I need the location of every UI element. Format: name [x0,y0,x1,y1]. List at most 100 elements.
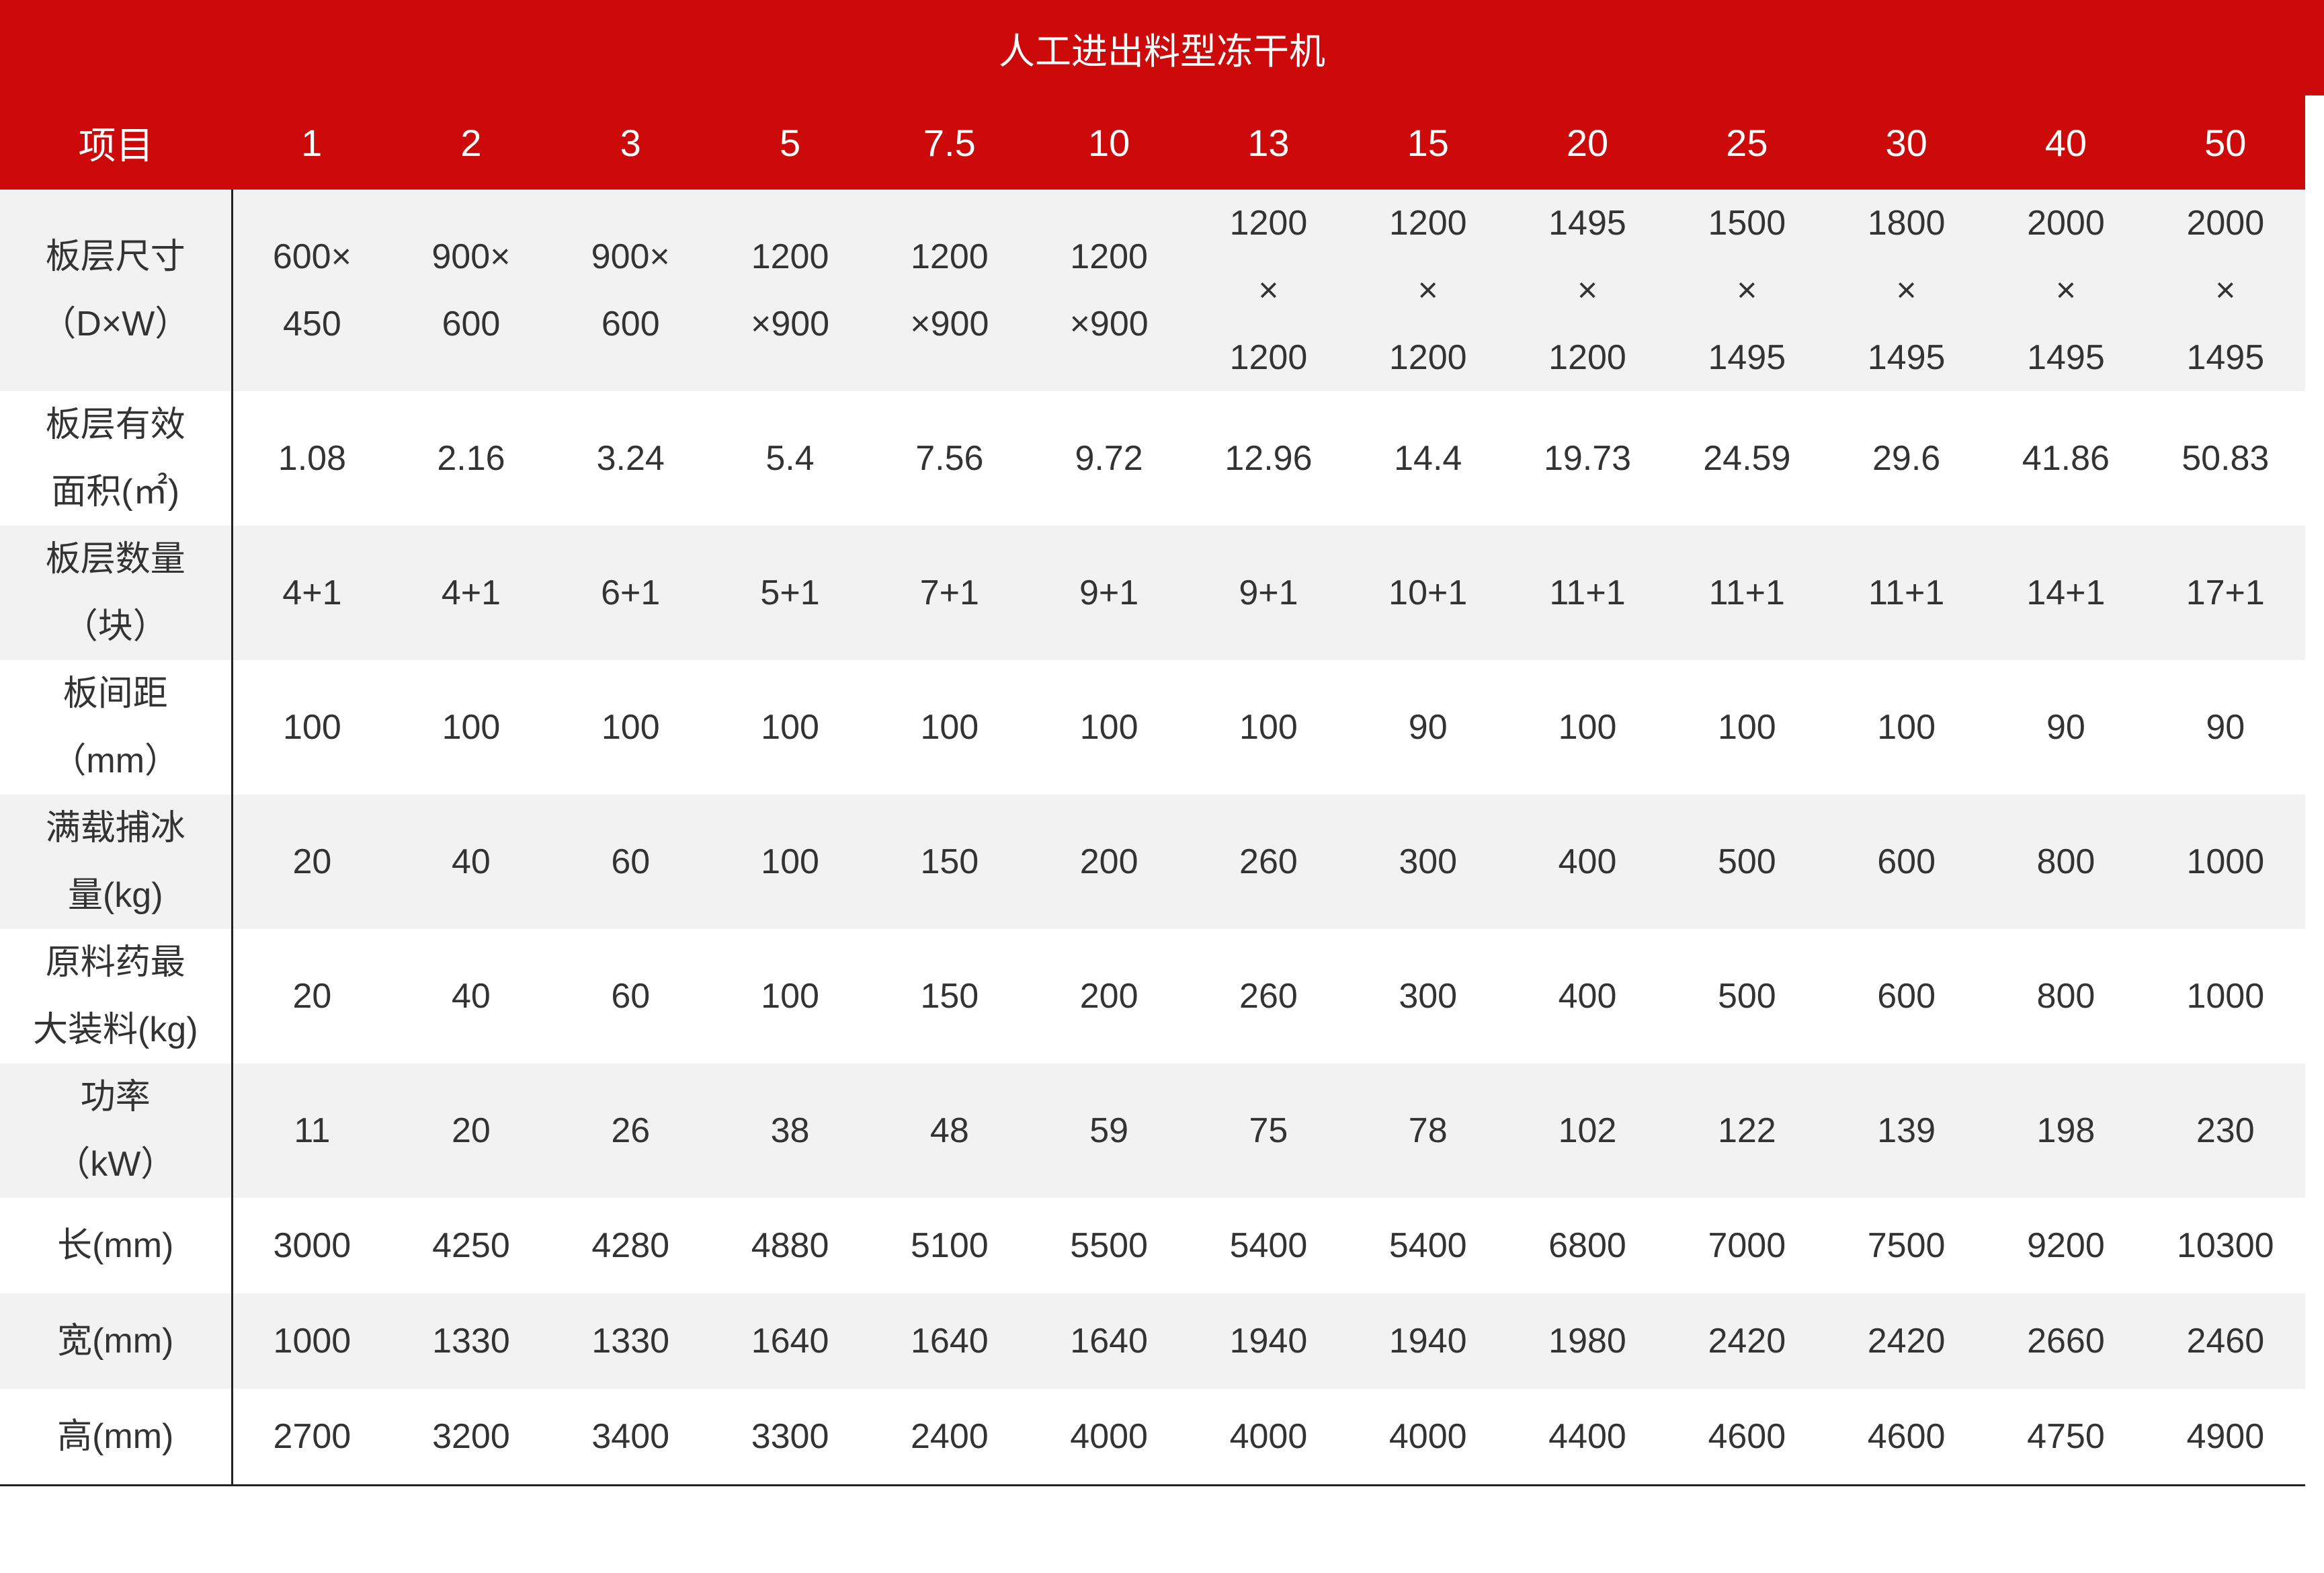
table-cell: 5500 [1070,1226,1148,1265]
table-cell: 29.6 [1872,439,1941,478]
table-cell: 1980 [1507,1293,1667,1389]
table-cell: 90 [1408,708,1448,747]
table-cell: 100 [710,795,870,929]
table-cell: 2000 × 1495 [1986,190,2146,391]
table-row: 板层有效 面积(㎡) 1.08 2.16 3.24 5.4 7.56 9.72 12.96 14… [0,391,2305,526]
table-cell: 11+1 [1826,526,1987,660]
table-row: 高(mm) 2700 3200 3400 3300 2400 4000 4000 4000 440… [0,1389,2305,1486]
table-cell: 1640 [710,1293,870,1389]
table-cell: 600 [1877,977,1936,1016]
table-row: 板层尺寸 （D×W） 600× 450 900× 600 900× 600 1200 ×… [0,190,2305,391]
table-cell: 100 [920,708,979,747]
header-model: 30 [1826,95,1987,190]
table-cell: 198 [1986,1063,2146,1198]
table-cell: 1330 [391,1293,551,1389]
table-cell: 11+1 [1667,526,1827,660]
table-cell: 17+1 [2145,526,2305,660]
table-cell: 100 [1717,708,1776,747]
table-cell: 1000 [2145,795,2305,929]
row-label: 原料药最 大装料(kg) [0,929,233,1063]
table-cell: 400 [1507,795,1667,929]
row-label: 高(mm) [0,1389,233,1486]
table-cell: 24.59 [1703,439,1791,478]
table-title: 人工进出料型冻干机 [0,0,2324,95]
table-cell: 1200 × 1200 [1348,190,1508,391]
table-cell: 150 [870,795,1030,929]
table-cell: 4880 [751,1226,829,1265]
table-cell: 2460 [2145,1293,2305,1389]
table-cell: 2700 [232,1389,392,1486]
table-cell: 7.56 [915,439,984,478]
table-cell: 41.86 [2022,439,2110,478]
table-cell: 11 [232,1063,392,1198]
table-cell: 19.73 [1543,439,1632,478]
table-cell: 7+1 [870,526,1030,660]
table-cell: 2.16 [437,439,505,478]
table-cell: 300 [1399,977,1458,1016]
table-cell: 150 [920,977,979,1016]
table-cell: 20 [391,1063,551,1198]
table-cell: 26 [550,1063,710,1198]
table-cell: 1800 × 1495 [1826,190,1987,391]
table-cell: 200 [1029,795,1189,929]
table-cell: 78 [1348,1063,1508,1198]
table-cell: 4000 [1188,1389,1349,1486]
table-cell: 100 [761,708,819,747]
table-cell: 100 [1239,708,1298,747]
table-cell: 500 [1667,795,1827,929]
table-cell: 4250 [432,1226,510,1265]
table-cell: 3200 [391,1389,551,1486]
table-cell: 4750 [1986,1389,2146,1486]
table-cell: 4600 [1667,1389,1827,1486]
specs-table: 项目 1 2 3 5 7.5 10 13 15 20 25 30 40 50 板层尺寸 （D×W） 600… [0,95,2305,1486]
row-label: 板层有效 面积(㎡) [0,391,233,526]
table-cell: 5+1 [710,526,870,660]
table-row: 长(mm) 3000 4250 4280 4880 5100 5500 5400 5400 680… [0,1198,2305,1293]
table-cell: 50.83 [2182,439,2270,478]
header-model: 1 [232,95,392,190]
table-cell: 800 [2036,977,2095,1016]
table-cell: 3300 [710,1389,870,1486]
table-cell: 1000 [2186,977,2265,1016]
table-cell: 11+1 [1507,526,1667,660]
table-cell: 500 [1717,977,1776,1016]
table-cell: 14+1 [1986,526,2146,660]
table-cell: 260 [1188,795,1349,929]
table-row: 宽(mm) 1000 1330 1330 1640 1640 1640 1940 1940 198… [0,1293,2305,1389]
table-cell: 600 [1826,795,1987,929]
table-cell: 2660 [1986,1293,2146,1389]
table-cell: 1200 × 1200 [1188,190,1349,391]
table-cell: 230 [2145,1063,2305,1198]
table-cell: 5400 [1229,1226,1308,1265]
table-cell: 100 [601,708,660,747]
table-cell: 7000 [1708,1226,1786,1265]
header-model: 5 [710,95,870,190]
row-label: 满载捕冰 量(kg) [0,795,233,929]
table-cell: 1495 × 1200 [1507,190,1667,391]
header-model: 10 [1029,95,1189,190]
header-model: 13 [1188,95,1349,190]
table-cell: 1000 [232,1293,392,1389]
table-cell: 1640 [870,1293,1030,1389]
row-label: 宽(mm) [0,1293,233,1389]
table-cell: 122 [1667,1063,1827,1198]
table-cell: 1330 [550,1293,710,1389]
table-cell: 102 [1507,1063,1667,1198]
table-cell: 1200 ×900 [710,190,870,391]
table-row: 功率 （kW） 11 20 26 38 48 59 75 78 102 122 139 198 230 [0,1063,2305,1198]
header-model: 15 [1348,95,1508,190]
table-cell: 260 [1239,977,1298,1016]
table-cell: 4+1 [391,526,551,660]
table-cell: 4000 [1029,1389,1189,1486]
table-cell: 100 [1079,708,1138,747]
table-cell: 20 [232,795,392,929]
table-cell: 90 [2206,708,2245,747]
table-cell: 3000 [273,1226,351,1265]
row-label: 板间距 （mm） [0,660,233,795]
table-cell: 4000 [1348,1389,1508,1486]
table-row: 板层数量 （块） 4+1 4+1 6+1 5+1 7+1 9+1 9+1 10+1 11+1 11+… [0,526,2305,660]
table-cell: 5400 [1388,1226,1467,1265]
table-cell: 4900 [2145,1389,2305,1486]
table-cell: 1940 [1348,1293,1508,1389]
table-cell: 9200 [2027,1226,2105,1265]
